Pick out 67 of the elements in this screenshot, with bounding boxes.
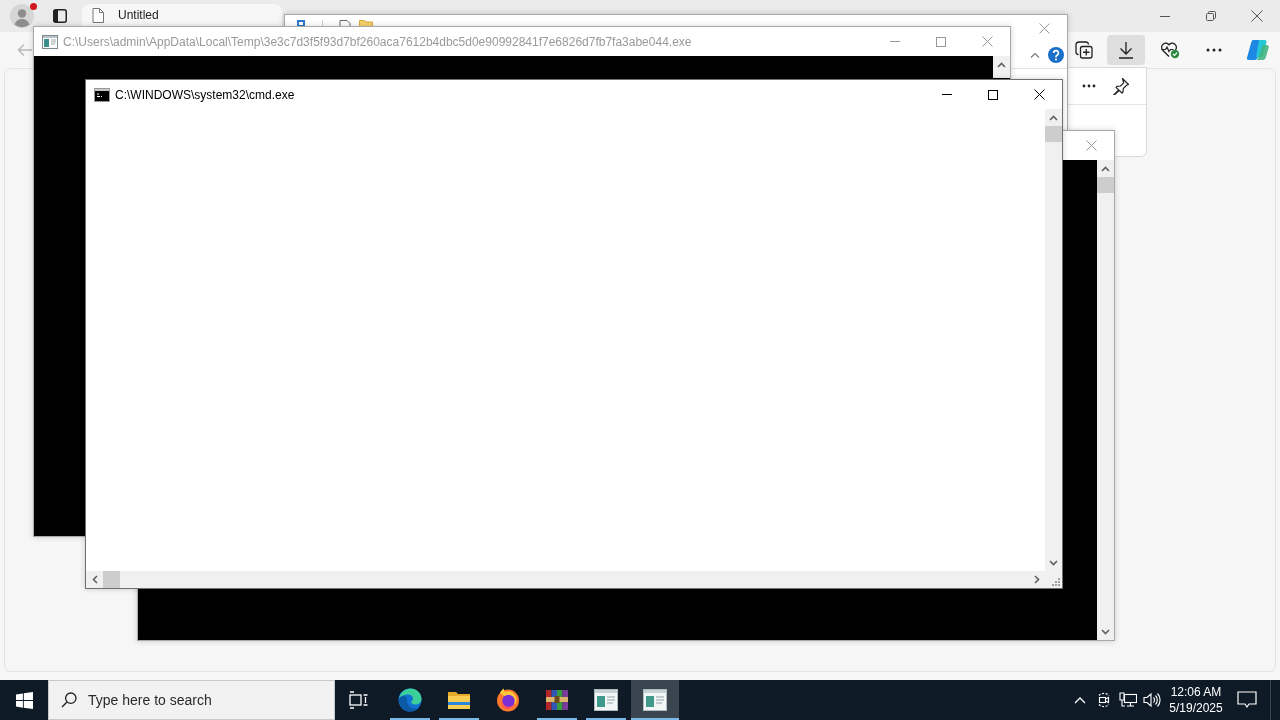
chevron-up-icon <box>997 61 1006 68</box>
download-icon <box>1118 41 1134 59</box>
scrollbar-thumb[interactable] <box>1045 126 1062 142</box>
maximize-icon <box>936 36 946 47</box>
speaker-icon <box>1143 692 1161 708</box>
quick-access-icon[interactable] <box>296 20 306 26</box>
minimize-icon <box>942 94 952 95</box>
profile-button[interactable] <box>10 4 34 28</box>
collections-icon <box>1075 41 1093 59</box>
search-box[interactable]: Type here to search <box>48 680 335 720</box>
back-arrow-icon <box>17 43 33 57</box>
task-view-icon <box>349 691 369 709</box>
close-icon <box>1038 23 1050 34</box>
browser-tab[interactable]: Untitled <box>82 4 282 26</box>
network-icon <box>1119 692 1137 708</box>
clock-date: 5/19/2025 <box>1169 700 1223 716</box>
chevron-up-icon <box>1049 114 1058 121</box>
swirl-icon <box>398 688 422 712</box>
tab-panel-icon <box>53 9 67 23</box>
chevron-down-icon <box>1049 559 1058 566</box>
close-icon <box>1033 89 1045 100</box>
pin-icon <box>1112 77 1130 95</box>
app-window-icon <box>42 33 58 50</box>
restore-icon <box>1206 11 1216 21</box>
close-icon <box>1085 140 1097 151</box>
search-icon <box>61 692 77 708</box>
window-title: C:\WINDOWS\system32\cmd.exe <box>115 87 295 102</box>
caret-up-icon <box>1030 52 1040 58</box>
console-icon <box>94 86 110 103</box>
window-title: C:\Users\admin\AppData\Local\Temp\3e3c7d3f5f93d7bf260aca7612b4dbc5d0e90992841f7e6826d7fb7fa3abe044.exe <box>63 34 692 49</box>
taskbar-app-button[interactable] <box>631 680 679 720</box>
vertical-scrollbar[interactable] <box>993 56 1010 78</box>
folder-icon <box>447 690 471 710</box>
more-icon <box>1206 48 1222 52</box>
tab-title: Untitled <box>118 8 159 22</box>
scrollbar-thumb[interactable] <box>1097 177 1114 193</box>
resize-grip-icon[interactable] <box>1051 577 1060 586</box>
heart-pulse-icon <box>1160 41 1180 59</box>
document-icon[interactable] <box>339 20 351 26</box>
chevron-up-icon <box>1101 165 1110 172</box>
chevron-down-icon <box>1101 628 1110 635</box>
close-icon <box>981 36 993 47</box>
camera-icon <box>1096 692 1112 708</box>
windows-logo-icon <box>15 691 33 709</box>
close-icon <box>1251 10 1263 22</box>
avatar-icon <box>10 4 34 28</box>
chevron-left-icon <box>91 575 98 584</box>
copilot-icon <box>1246 39 1270 61</box>
clock-button[interactable]: 12:06 AM 5/19/2025 <box>1168 680 1224 720</box>
downloads-button[interactable] <box>1107 35 1145 65</box>
chevron-right-icon <box>1033 575 1040 584</box>
speech-bubble-icon <box>1237 691 1257 709</box>
vertical-scrollbar[interactable] <box>1045 109 1062 571</box>
maximize-icon <box>988 89 998 100</box>
app-window-icon <box>594 689 618 711</box>
more-icon <box>1082 84 1096 88</box>
books-icon <box>545 688 569 712</box>
scrollbar-thumb[interactable] <box>103 571 120 588</box>
minimize-icon <box>890 41 900 42</box>
search-input[interactable]: Type here to search <box>88 692 328 708</box>
clock-time: 12:06 AM <box>1170 684 1222 700</box>
app-window-icon <box>643 689 667 711</box>
page-icon <box>92 7 104 23</box>
flame-globe-icon <box>496 688 520 712</box>
help-icon[interactable] <box>1048 47 1064 63</box>
chevron-up-icon <box>1074 696 1086 704</box>
vertical-scrollbar[interactable] <box>1097 160 1114 640</box>
